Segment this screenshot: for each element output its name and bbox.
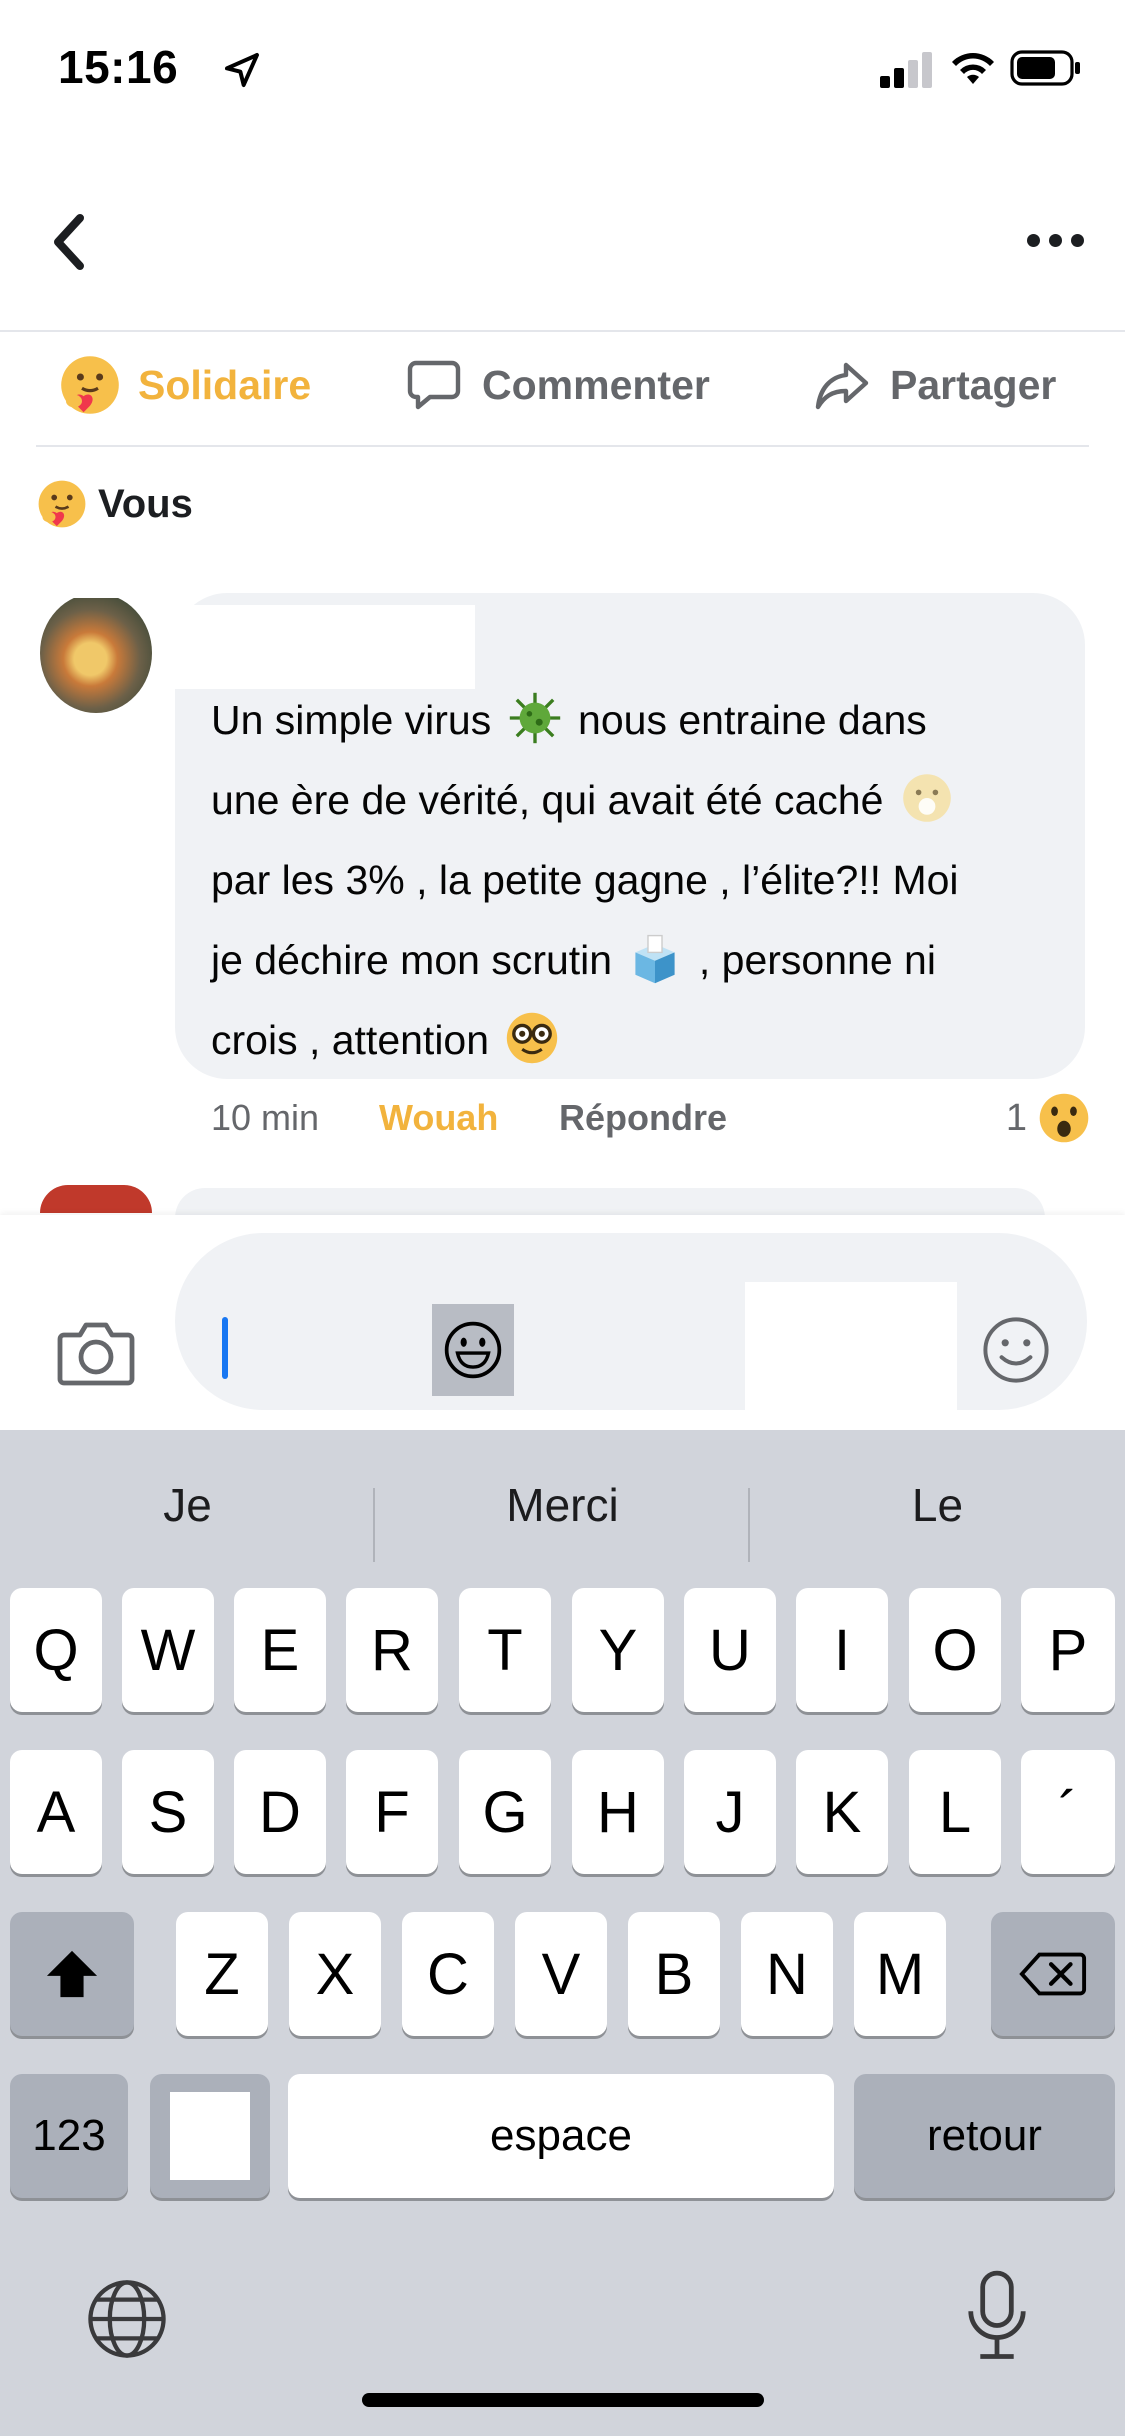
keyboard: Je Merci Le Q W E R T Y U I O P A S D F …	[0, 1430, 1125, 2436]
post-header	[0, 140, 1125, 332]
key-w[interactable]: W	[122, 1588, 214, 1712]
emoji-key-placeholder	[170, 2092, 250, 2180]
shift-key[interactable]	[10, 1912, 134, 2036]
shift-icon	[46, 1950, 98, 1998]
key-x[interactable]: X	[289, 1912, 381, 2036]
key-o[interactable]: O	[909, 1588, 1001, 1712]
text-caret	[222, 1317, 228, 1379]
key-t[interactable]: T	[459, 1588, 551, 1712]
comment-bubble[interactable]	[175, 1188, 1045, 1218]
grinning-face-icon	[444, 1321, 502, 1379]
key-h[interactable]: H	[572, 1750, 664, 1874]
care-reaction-label: Solidaire	[138, 361, 312, 408]
key-m[interactable]: M	[854, 1912, 946, 2036]
care-reaction-button[interactable]: Solidaire	[58, 353, 311, 417]
share-icon	[815, 362, 869, 410]
space-key[interactable]: espace	[288, 2074, 834, 2198]
avatar[interactable]	[40, 1185, 152, 1213]
reactors-label: Vous	[98, 481, 193, 526]
suggestion-item[interactable]: Le	[750, 1460, 1125, 1550]
key-acute-accent[interactable]: ´	[1021, 1750, 1115, 1874]
share-button[interactable]: Partager	[812, 355, 1056, 415]
comment-meta: 10 min Wouah Répondre 1	[211, 1093, 1091, 1143]
ballot-box-emoji-icon	[635, 934, 676, 984]
key-q[interactable]: Q	[10, 1588, 102, 1712]
chevron-left-icon	[54, 214, 84, 270]
key-e[interactable]: E	[234, 1588, 326, 1712]
key-u[interactable]: U	[684, 1588, 776, 1712]
wow-emoji-icon	[1039, 1093, 1089, 1143]
share-label: Partager	[890, 361, 1057, 408]
emoji-key[interactable]	[150, 2074, 270, 2198]
wifi-icon	[952, 53, 994, 84]
numbers-key[interactable]: 123	[10, 2074, 128, 2198]
key-s[interactable]: S	[122, 1750, 214, 1874]
signal-icon	[880, 52, 932, 88]
comment-time: 10 min	[211, 1097, 320, 1138]
suggestion-item[interactable]: Je	[0, 1460, 375, 1550]
suggestion-bar: Je Merci Le	[0, 1460, 1125, 1562]
backspace-icon	[1019, 1952, 1087, 1996]
key-z[interactable]: Z	[176, 1912, 268, 2036]
status-time: 15:16	[58, 41, 179, 93]
care-emoji-icon	[61, 356, 119, 414]
reply-button[interactable]: Répondre	[559, 1097, 727, 1139]
key-d[interactable]: D	[234, 1750, 326, 1874]
key-v[interactable]: V	[515, 1912, 607, 2036]
key-a[interactable]: A	[10, 1750, 102, 1874]
key-n[interactable]: N	[741, 1912, 833, 2036]
camera-icon[interactable]	[56, 1315, 136, 1387]
post-action-bar: Solidaire Commenter Partager	[36, 335, 1089, 447]
key-k[interactable]: K	[796, 1750, 888, 1874]
status-bar: 15:16	[0, 0, 1125, 140]
key-f[interactable]: F	[346, 1750, 438, 1874]
key-y[interactable]: Y	[572, 1588, 664, 1712]
home-indicator[interactable]	[362, 2393, 764, 2407]
location-arrow-icon	[225, 53, 259, 87]
care-emoji-icon	[38, 480, 86, 528]
avatar[interactable]	[40, 593, 152, 713]
virus-emoji-icon	[509, 692, 560, 744]
suggestion-item[interactable]: Merci	[375, 1460, 750, 1550]
key-j[interactable]: J	[684, 1750, 776, 1874]
key-g[interactable]: G	[459, 1750, 551, 1874]
comment-text: Un simple virus nous entraine dans une è…	[211, 680, 1071, 1080]
nerd-face-emoji-icon	[507, 1012, 558, 1064]
microphone-icon[interactable]	[966, 2268, 1028, 2364]
redacted-name	[175, 605, 475, 689]
reactors-summary[interactable]: Vous	[36, 478, 193, 530]
globe-icon[interactable]	[84, 2276, 170, 2362]
comment-reaction-button[interactable]: Wouah	[379, 1097, 498, 1139]
smiley-icon[interactable]	[980, 1314, 1052, 1386]
key-c[interactable]: C	[402, 1912, 494, 2036]
back-button[interactable]	[40, 202, 100, 282]
comment-icon	[407, 360, 461, 410]
comment-button[interactable]: Commenter	[404, 355, 710, 415]
key-p[interactable]: P	[1021, 1588, 1115, 1712]
redacted-area	[745, 1282, 957, 1410]
more-dots-icon	[1026, 233, 1040, 247]
delete-key[interactable]	[991, 1912, 1115, 2036]
key-b[interactable]: B	[628, 1912, 720, 2036]
key-l[interactable]: L	[909, 1750, 1001, 1874]
key-r[interactable]: R	[346, 1588, 438, 1712]
comment-label: Commenter	[482, 361, 710, 408]
more-options-button[interactable]	[1015, 215, 1095, 265]
reaction-count[interactable]: 1	[1006, 1091, 1091, 1145]
battery-icon	[1010, 50, 1080, 86]
key-i[interactable]: I	[796, 1588, 888, 1712]
return-key[interactable]: retour	[854, 2074, 1115, 2198]
face-exhaling-emoji-icon	[902, 774, 951, 822]
emoji-preview	[432, 1304, 514, 1396]
